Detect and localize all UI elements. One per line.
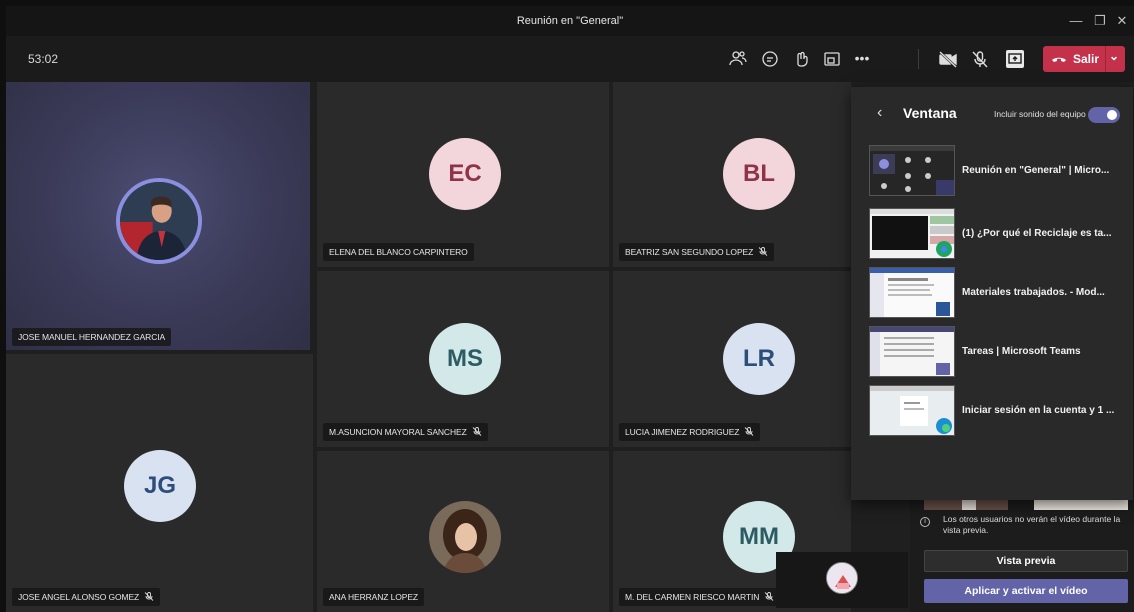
window-title: Reunión en "General" | Micro... bbox=[962, 165, 1110, 176]
camera-off-icon[interactable] bbox=[938, 49, 958, 69]
back-arrow-icon[interactable]: ‹ bbox=[877, 104, 882, 122]
participant-tile[interactable]: ANA HERRANZ LOPEZ bbox=[317, 451, 609, 612]
participant-initials: EC bbox=[429, 138, 501, 210]
mic-off-icon bbox=[472, 427, 481, 436]
participant-name: BEATRIZ SAN SEGUNDO LOPEZ bbox=[625, 247, 754, 257]
rooms-icon[interactable] bbox=[822, 49, 842, 69]
participant-photo bbox=[116, 178, 202, 264]
participant-tile[interactable]: LR LUCIA JIMENEZ RODRIGUEZ bbox=[613, 271, 851, 447]
panel-title: Ventana bbox=[903, 105, 957, 121]
participant-tile[interactable]: JG JOSE ANGEL ALONSO GOMEZ bbox=[6, 354, 313, 612]
participant-tile[interactable]: MS M.ASUNCION MAYORAL SANCHEZ bbox=[317, 271, 609, 447]
participant-name-label: LUCIA JIMENEZ RODRIGUEZ bbox=[619, 423, 761, 441]
mic-off-icon bbox=[745, 427, 754, 436]
apply-video-button[interactable]: Aplicar y activar el vídeo bbox=[924, 579, 1128, 603]
minimize-icon[interactable]: — bbox=[1064, 10, 1088, 32]
window-title: Materiales trabajados. - Mod... bbox=[962, 287, 1105, 298]
window-option[interactable]: Tareas | Microsoft Teams bbox=[869, 326, 1131, 378]
window-option[interactable]: (1) ¿Por qué el Reciclaje es ta... bbox=[869, 208, 1131, 260]
meeting-timer: 53:02 bbox=[28, 52, 59, 66]
toolbar-divider bbox=[918, 49, 919, 69]
participant-name-label: JOSE MANUEL HERNANDEZ GARCIA bbox=[12, 328, 172, 346]
mic-off-icon bbox=[144, 592, 154, 601]
participant-name: ELENA DEL BLANCO CARPINTERO bbox=[329, 247, 468, 257]
participant-initials: MS bbox=[429, 323, 501, 395]
window-thumbnail bbox=[869, 385, 955, 436]
self-view[interactable] bbox=[776, 552, 908, 608]
leave-button[interactable]: Salir ⌄ bbox=[1043, 46, 1125, 72]
window-thumbnail bbox=[869, 145, 955, 196]
participants-icon[interactable] bbox=[728, 49, 748, 69]
window-thumbnail bbox=[869, 326, 955, 377]
reactions-icon[interactable] bbox=[792, 49, 812, 69]
participant-name: M.ASUNCION MAYORAL SANCHEZ bbox=[329, 427, 467, 437]
participant-name: ANA HERRANZ LOPEZ bbox=[329, 592, 418, 602]
include-sound-label: Incluir sonido del equipo bbox=[994, 109, 1086, 119]
mic-off-icon bbox=[758, 247, 768, 256]
preview-info: i Los otros usuarios no verán el vídeo d… bbox=[920, 514, 1130, 536]
mic-off-icon[interactable] bbox=[970, 49, 990, 69]
hang-up-icon bbox=[1052, 57, 1066, 62]
window-title: Iniciar sesión en la cuenta y 1 ... bbox=[962, 405, 1115, 416]
participant-name: LUCIA JIMENEZ RODRIGUEZ bbox=[625, 427, 740, 437]
chat-icon[interactable] bbox=[760, 49, 780, 69]
profile-picture bbox=[120, 182, 198, 260]
participant-name: JOSE MANUEL HERNANDEZ GARCIA bbox=[18, 332, 166, 342]
participant-tile[interactable]: JOSE MANUEL HERNANDEZ GARCIA bbox=[6, 82, 310, 350]
leave-label: Salir bbox=[1073, 52, 1100, 66]
leave-divider bbox=[1105, 46, 1106, 72]
teams-meeting-window: Reunión en "General" — ❐ ✕ 53:02 ••• Sal… bbox=[6, 6, 1134, 612]
toggle-knob bbox=[1107, 110, 1117, 120]
participant-name-label: M.ASUNCION MAYORAL SANCHEZ bbox=[323, 423, 488, 441]
mic-off-icon bbox=[764, 592, 774, 601]
participant-initials: JG bbox=[124, 450, 196, 522]
preview-info-text: Los otros usuarios no verán el vídeo dur… bbox=[943, 514, 1121, 535]
participant-name: M. DEL CARMEN RIESCO MARTIN bbox=[625, 592, 760, 602]
title-bar: Reunión en "General" — ❐ ✕ bbox=[6, 6, 1134, 36]
info-icon: i bbox=[920, 517, 930, 527]
meeting-toolbar: 53:02 ••• Salir ⌄ bbox=[6, 36, 1134, 82]
self-avatar bbox=[826, 562, 858, 594]
window-thumbnail bbox=[869, 267, 955, 318]
participant-name-label: BEATRIZ SAN SEGUNDO LOPEZ bbox=[619, 243, 775, 261]
window-title: Tareas | Microsoft Teams bbox=[962, 346, 1081, 357]
include-sound-toggle[interactable] bbox=[1088, 107, 1120, 123]
participant-tile[interactable]: BL BEATRIZ SAN SEGUNDO LOPEZ bbox=[613, 82, 851, 267]
window-thumbnail bbox=[869, 208, 955, 259]
more-options-icon[interactable]: ••• bbox=[852, 49, 872, 69]
participant-name-label: JOSE ANGEL ALONSO GOMEZ bbox=[12, 588, 161, 606]
chevron-down-icon[interactable]: ⌄ bbox=[1109, 49, 1119, 63]
participant-tile[interactable]: EC ELENA DEL BLANCO CARPINTERO bbox=[317, 82, 609, 267]
close-icon[interactable]: ✕ bbox=[1110, 10, 1134, 32]
participant-name: JOSE ANGEL ALONSO GOMEZ bbox=[18, 592, 140, 602]
participant-name-label: M. DEL CARMEN RIESCO MARTIN bbox=[619, 588, 781, 606]
window-option[interactable]: Reunión en "General" | Micro... bbox=[869, 145, 1131, 197]
participant-initials: LR bbox=[723, 323, 795, 395]
profile-picture bbox=[429, 501, 501, 573]
preview-button[interactable]: Vista previa bbox=[924, 550, 1128, 572]
participant-initials: BL bbox=[723, 138, 795, 210]
participant-name-label: ELENA DEL BLANCO CARPINTERO bbox=[323, 243, 474, 261]
maximize-icon[interactable]: ❐ bbox=[1088, 10, 1112, 32]
window-option[interactable]: Materiales trabajados. - Mod... bbox=[869, 267, 1131, 319]
share-window-panel: ‹ Ventana Incluir sonido del equipo Reun… bbox=[851, 87, 1133, 500]
window-title: (1) ¿Por qué el Reciclaje es ta... bbox=[962, 228, 1112, 239]
participant-photo bbox=[429, 501, 501, 573]
window-title: Reunión en "General" bbox=[516, 15, 624, 27]
share-screen-button[interactable] bbox=[1006, 50, 1024, 68]
participant-name-label: ANA HERRANZ LOPEZ bbox=[323, 588, 424, 606]
window-option[interactable]: Iniciar sesión en la cuenta y 1 ... bbox=[869, 385, 1131, 437]
